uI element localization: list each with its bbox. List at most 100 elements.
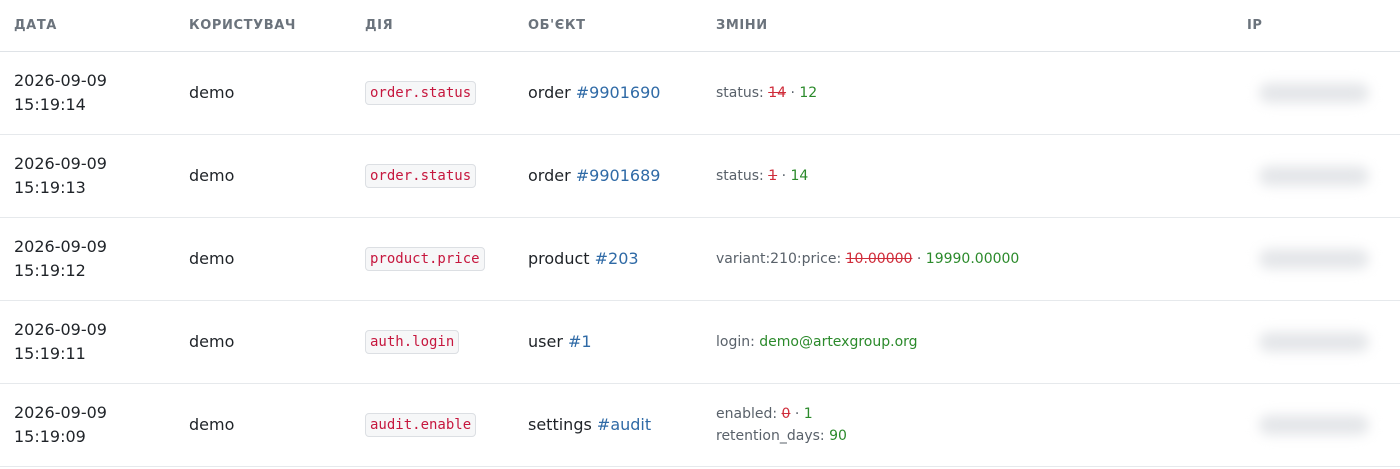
ip-redacted bbox=[1259, 331, 1369, 352]
ip-cell bbox=[1247, 300, 1400, 384]
table-row: 2026-09-09 15:19:09 demo audit.enable se… bbox=[0, 383, 1400, 467]
changes-cell: variant:210:price: 10.00000 · 19990.0000… bbox=[702, 217, 1247, 301]
date-cell: 2026-09-09 15:19:13 bbox=[0, 134, 175, 218]
ip-redacted bbox=[1259, 414, 1369, 435]
change-line: login: demo@artexgroup.org bbox=[716, 331, 1247, 353]
column-header-ip[interactable]: IP bbox=[1247, 0, 1400, 52]
table-row: 2026-09-09 15:19:14 demo order.status or… bbox=[0, 51, 1400, 135]
change-field: login: bbox=[716, 333, 755, 350]
action-cell: product.price bbox=[351, 217, 514, 301]
date-cell: 2026-09-09 15:19:11 bbox=[0, 300, 175, 384]
change-old-value: 0 bbox=[781, 405, 791, 422]
date-cell: 2026-09-09 15:19:14 bbox=[0, 51, 175, 135]
action-badge: product.price bbox=[365, 246, 485, 271]
change-field: variant:210:price: bbox=[716, 250, 842, 267]
ip-cell bbox=[1247, 217, 1400, 301]
object-link[interactable]: #9901690 bbox=[576, 83, 661, 102]
object-link[interactable]: #203 bbox=[595, 249, 639, 268]
row-date: 2026-09-09 bbox=[14, 153, 107, 173]
change-field: status: bbox=[716, 84, 764, 101]
object-cell: settings #audit bbox=[514, 383, 702, 467]
row-date: 2026-09-09 bbox=[14, 402, 107, 422]
table-header: ДАТА КОРИСТУВАЧ ДІЯ ОБ'ЄКТ ЗМІНИ IP bbox=[0, 0, 1400, 52]
ip-redacted bbox=[1259, 165, 1369, 186]
action-cell: order.status bbox=[351, 134, 514, 218]
changes-cell: login: demo@artexgroup.org bbox=[702, 300, 1247, 384]
object-link[interactable]: #9901689 bbox=[576, 166, 661, 185]
object-type: settings bbox=[528, 415, 592, 434]
date-cell: 2026-09-09 15:19:12 bbox=[0, 217, 175, 301]
action-cell: auth.login bbox=[351, 300, 514, 384]
change-field: retention_days: bbox=[716, 427, 825, 444]
row-time: 15:19:13 bbox=[14, 177, 86, 197]
change-old-value: 1 bbox=[768, 167, 778, 184]
row-time: 15:19:11 bbox=[14, 343, 86, 363]
change-value: demo@artexgroup.org bbox=[759, 333, 918, 350]
change-line: enabled: 0 · 1 bbox=[716, 403, 1247, 425]
action-badge: audit.enable bbox=[365, 412, 477, 437]
object-link[interactable]: #1 bbox=[568, 332, 592, 351]
change-line: retention_days: 90 bbox=[716, 425, 1247, 447]
object-cell: user #1 bbox=[514, 300, 702, 384]
row-time: 15:19:12 bbox=[14, 260, 86, 280]
row-date: 2026-09-09 bbox=[14, 236, 107, 256]
changes-cell: status: 1 · 14 bbox=[702, 134, 1247, 218]
change-field: enabled: bbox=[716, 405, 778, 422]
table-row: 2026-09-09 15:19:11 demo auth.login user… bbox=[0, 300, 1400, 384]
column-header-changes[interactable]: ЗМІНИ bbox=[702, 0, 1247, 52]
column-header-object[interactable]: ОБ'ЄКТ bbox=[514, 0, 702, 52]
change-line: variant:210:price: 10.00000 · 19990.0000… bbox=[716, 248, 1247, 270]
object-cell: product #203 bbox=[514, 217, 702, 301]
table-row: 2026-09-09 15:19:13 demo order.status or… bbox=[0, 134, 1400, 218]
ip-cell bbox=[1247, 134, 1400, 218]
user-cell: demo bbox=[175, 383, 351, 467]
object-type: user bbox=[528, 332, 563, 351]
object-cell: order #9901690 bbox=[514, 51, 702, 135]
user-cell: demo bbox=[175, 51, 351, 135]
changes-cell: enabled: 0 · 1 retention_days: 90 bbox=[702, 383, 1247, 467]
change-old-value: 14 bbox=[768, 84, 787, 101]
change-separator: · bbox=[916, 250, 922, 267]
ip-redacted bbox=[1259, 82, 1369, 103]
row-time: 15:19:09 bbox=[14, 426, 86, 446]
change-separator: · bbox=[794, 405, 800, 422]
row-time: 15:19:14 bbox=[14, 94, 86, 114]
change-field: status: bbox=[716, 167, 764, 184]
ip-redacted bbox=[1259, 248, 1369, 269]
change-line: status: 14 · 12 bbox=[716, 82, 1247, 104]
row-date: 2026-09-09 bbox=[14, 319, 107, 339]
object-link[interactable]: #audit bbox=[597, 415, 651, 434]
user-cell: demo bbox=[175, 217, 351, 301]
change-new-value: 12 bbox=[799, 84, 818, 101]
table-header-row: ДАТА КОРИСТУВАЧ ДІЯ ОБ'ЄКТ ЗМІНИ IP bbox=[0, 0, 1400, 52]
date-cell: 2026-09-09 15:19:09 bbox=[0, 383, 175, 467]
column-header-action[interactable]: ДІЯ bbox=[351, 0, 514, 52]
ip-cell bbox=[1247, 383, 1400, 467]
ip-cell bbox=[1247, 51, 1400, 135]
user-cell: demo bbox=[175, 134, 351, 218]
change-separator: · bbox=[790, 84, 795, 101]
change-line: status: 1 · 14 bbox=[716, 165, 1247, 187]
change-new-value: 1 bbox=[803, 405, 813, 422]
action-cell: order.status bbox=[351, 51, 514, 135]
change-new-value: 14 bbox=[790, 167, 809, 184]
change-value: 90 bbox=[829, 427, 847, 444]
user-cell: demo bbox=[175, 300, 351, 384]
change-separator: · bbox=[781, 167, 787, 184]
change-new-value: 19990.00000 bbox=[925, 250, 1020, 267]
changes-cell: status: 14 · 12 bbox=[702, 51, 1247, 135]
object-type: order bbox=[528, 166, 571, 185]
object-cell: order #9901689 bbox=[514, 134, 702, 218]
action-cell: audit.enable bbox=[351, 383, 514, 467]
column-header-user[interactable]: КОРИСТУВАЧ bbox=[175, 0, 351, 52]
column-header-date[interactable]: ДАТА bbox=[0, 0, 175, 52]
action-badge: auth.login bbox=[365, 329, 460, 354]
object-type: order bbox=[528, 83, 571, 102]
audit-log-table: ДАТА КОРИСТУВАЧ ДІЯ ОБ'ЄКТ ЗМІНИ IP 2026… bbox=[0, 0, 1400, 467]
table-body: 2026-09-09 15:19:14 demo order.status or… bbox=[0, 51, 1400, 467]
table-row: 2026-09-09 15:19:12 demo product.price p… bbox=[0, 217, 1400, 301]
row-date: 2026-09-09 bbox=[14, 70, 107, 90]
object-type: product bbox=[528, 249, 590, 268]
action-badge: order.status bbox=[365, 80, 477, 105]
change-old-value: 10.00000 bbox=[845, 250, 913, 267]
